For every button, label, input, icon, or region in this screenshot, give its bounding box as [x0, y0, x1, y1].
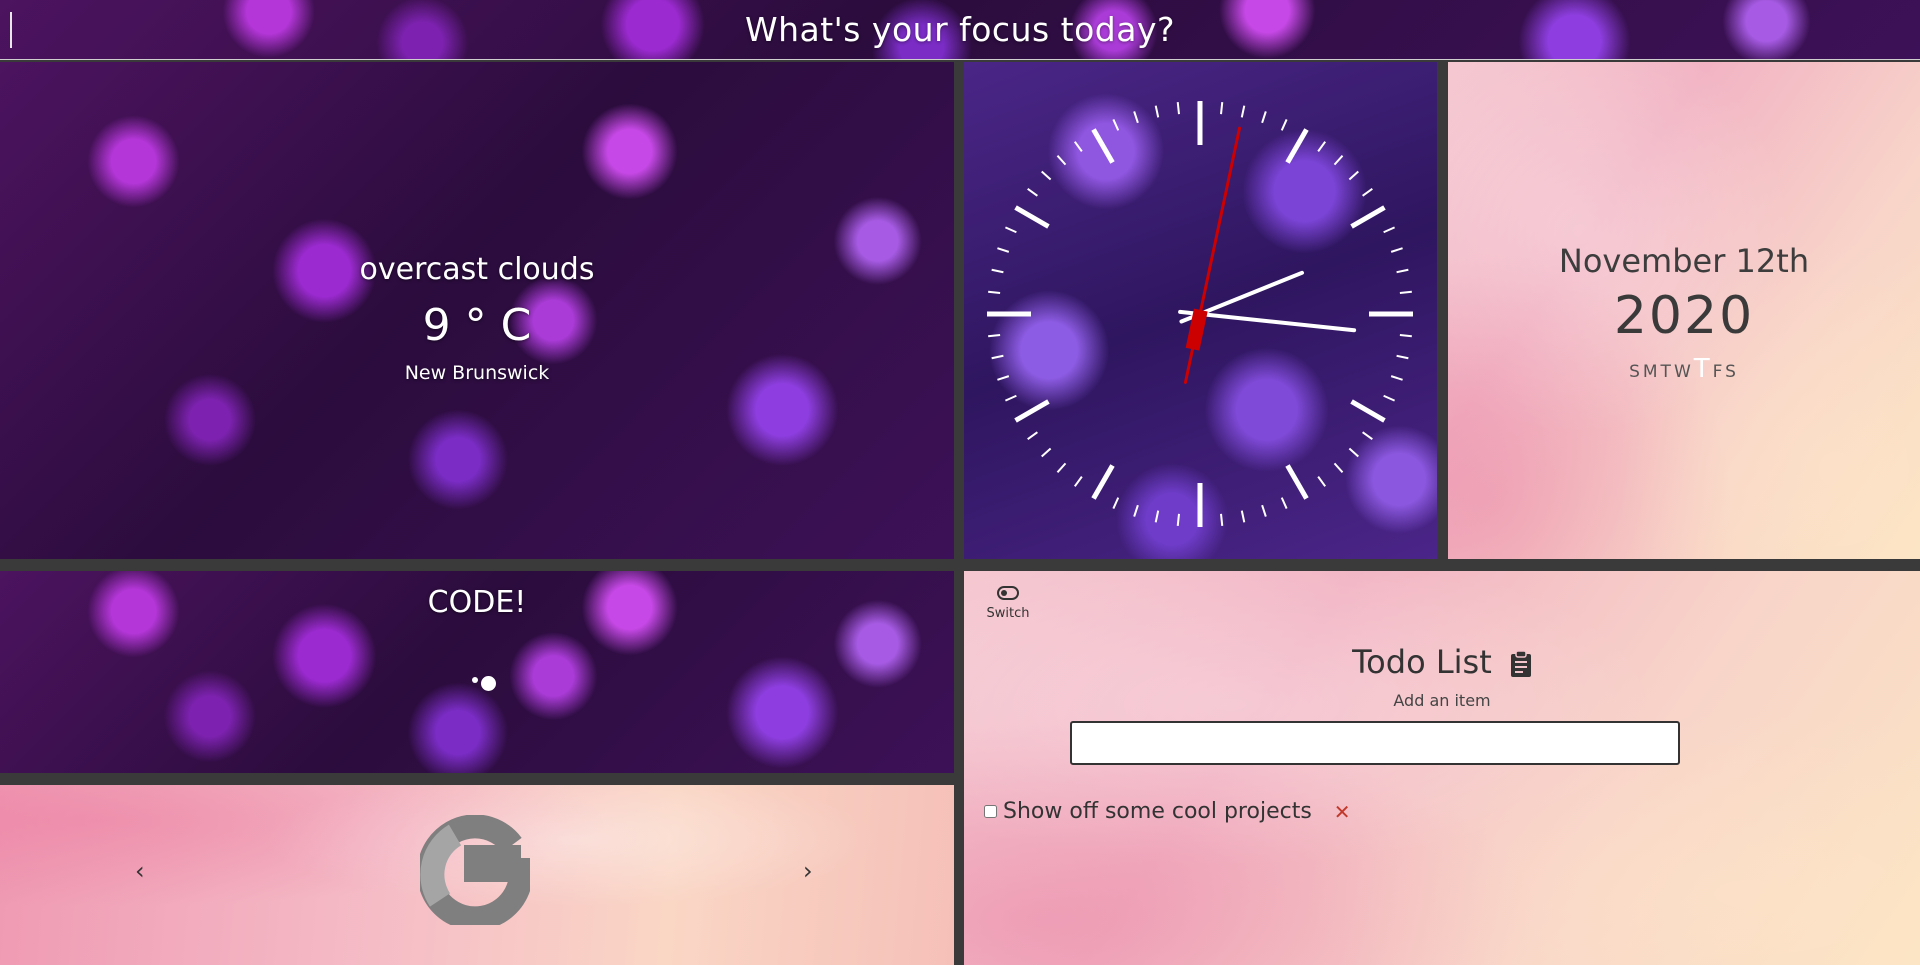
todo-item-text: Show off some cool projects — [1003, 799, 1312, 824]
clock-hour-tick — [1350, 399, 1386, 423]
clock-minute-tick — [1240, 105, 1246, 118]
project-carousel: ‹ › — [0, 785, 954, 965]
clock-minute-tick — [1399, 290, 1412, 294]
clipboard-icon — [1510, 650, 1531, 677]
weekday-strip: SMTWTFS — [1448, 354, 1920, 384]
clock-minute-tick — [1362, 187, 1373, 197]
loader-dot-small — [472, 677, 478, 683]
clock-minute-tick — [1041, 170, 1052, 181]
weekday-letter: W — [1673, 362, 1694, 382]
analog-clock — [987, 101, 1413, 527]
todo-item: Show off some cool projects ✕ — [984, 799, 1351, 824]
clock-hour-tick — [1285, 128, 1309, 164]
clock-minute-tick — [988, 290, 1001, 294]
todo-title: Todo List — [964, 643, 1920, 681]
clock-minute-tick — [1112, 119, 1120, 131]
weekday-letter: S — [1725, 362, 1739, 382]
todo-title-text: Todo List — [1352, 643, 1492, 681]
clock-minute-tick — [1154, 510, 1160, 523]
clock-minute-tick — [988, 334, 1001, 338]
toggle-switch-icon[interactable] — [997, 586, 1019, 600]
clock-minute-tick — [1333, 462, 1344, 473]
clock-minute-tick — [1027, 187, 1038, 197]
clock-minute-tick — [991, 268, 1004, 274]
clock-minute-tick — [1154, 105, 1160, 118]
clock-minute-tick — [997, 375, 1010, 381]
clock-minute-tick — [1348, 447, 1359, 458]
clock-hour-tick — [1285, 464, 1309, 500]
clock-minute-tick — [1280, 497, 1288, 509]
clock-minute-tick — [991, 354, 1004, 360]
second-hand-counterweight — [1185, 308, 1208, 351]
clock-minute-tick — [1112, 497, 1120, 509]
chevron-left-icon[interactable]: ‹ — [135, 857, 145, 885]
date-panel: November 12th 2020 SMTWTFS — [1448, 62, 1920, 559]
clock-minute-tick — [1041, 447, 1052, 458]
todo-item-checkbox[interactable] — [984, 805, 997, 818]
weekday-letter: M — [1642, 362, 1661, 382]
clock-minute-tick — [1220, 102, 1224, 115]
clock-minute-tick — [1005, 226, 1017, 234]
clock-minute-tick — [1396, 354, 1409, 360]
clock-minute-tick — [1317, 476, 1327, 487]
clock-minute-tick — [1220, 513, 1224, 526]
clock-minute-tick — [1383, 226, 1395, 234]
date-year: 2020 — [1613, 286, 1755, 346]
weekday-letter: T — [1693, 354, 1713, 384]
switch-label: Switch — [986, 606, 1030, 621]
clock-hour-tick — [1014, 399, 1050, 423]
clock-minute-tick — [1073, 141, 1083, 152]
clock-minute-tick — [997, 247, 1010, 253]
focus-bar[interactable]: What's your focus today? — [0, 0, 1920, 60]
clock-minute-tick — [1005, 394, 1017, 402]
clock-minute-tick — [1399, 334, 1412, 338]
todo-panel: Switch Todo List Add an item Show off so… — [964, 571, 1920, 965]
weekday-letter: T — [1660, 362, 1674, 382]
clock-panel — [964, 62, 1437, 559]
clock-minute-tick — [1176, 513, 1180, 526]
weather-panel: overcast clouds 9 ° C New Brunswick — [0, 62, 954, 559]
clock-hour-tick — [1091, 128, 1115, 164]
google-g-logo[interactable] — [420, 815, 530, 925]
add-item-label: Add an item — [1393, 691, 1491, 710]
clock-hour-tick — [1091, 464, 1115, 500]
clock-minute-tick — [1390, 375, 1403, 381]
code-title: CODE! — [427, 585, 527, 620]
add-item-input[interactable] — [1070, 721, 1680, 765]
clock-minute-tick — [1240, 510, 1246, 523]
clock-minute-tick — [1280, 119, 1288, 131]
close-icon[interactable]: ✕ — [1334, 800, 1351, 824]
chevron-right-icon[interactable]: › — [803, 857, 813, 885]
code-panel: CODE! — [0, 571, 954, 773]
weather-temperature: 9 ° C — [422, 300, 532, 351]
date-month-day: November 12th — [1558, 242, 1810, 280]
clock-minute-tick — [1396, 268, 1409, 274]
clock-minute-tick — [1348, 170, 1359, 181]
theme-switch[interactable]: Switch — [978, 585, 1038, 621]
clock-minute-tick — [1133, 504, 1139, 517]
clock-minute-tick — [1261, 111, 1267, 124]
clock-minute-tick — [1362, 431, 1373, 441]
weather-location: New Brunswick — [404, 362, 550, 384]
clock-hour-tick — [1350, 205, 1386, 229]
clock-hour-tick — [1014, 205, 1050, 229]
clock-minute-tick — [1056, 155, 1067, 166]
loader-dot-large — [481, 676, 496, 691]
clock-minute-tick — [1390, 247, 1403, 253]
clock-minute-tick — [1333, 155, 1344, 166]
clock-minute-tick — [1261, 504, 1267, 517]
clock-minute-tick — [1317, 141, 1327, 152]
clock-minute-tick — [1027, 431, 1038, 441]
clock-minute-tick — [1383, 394, 1395, 402]
focus-prompt[interactable]: What's your focus today? — [0, 10, 1920, 49]
clock-minute-tick — [1176, 102, 1180, 115]
weekday-letter: S — [1629, 362, 1643, 382]
clock-minute-tick — [1056, 462, 1067, 473]
weather-description: overcast clouds — [359, 252, 595, 287]
clock-minute-tick — [1073, 476, 1083, 487]
clock-minute-tick — [1133, 111, 1139, 124]
weekday-letter: F — [1712, 362, 1726, 382]
